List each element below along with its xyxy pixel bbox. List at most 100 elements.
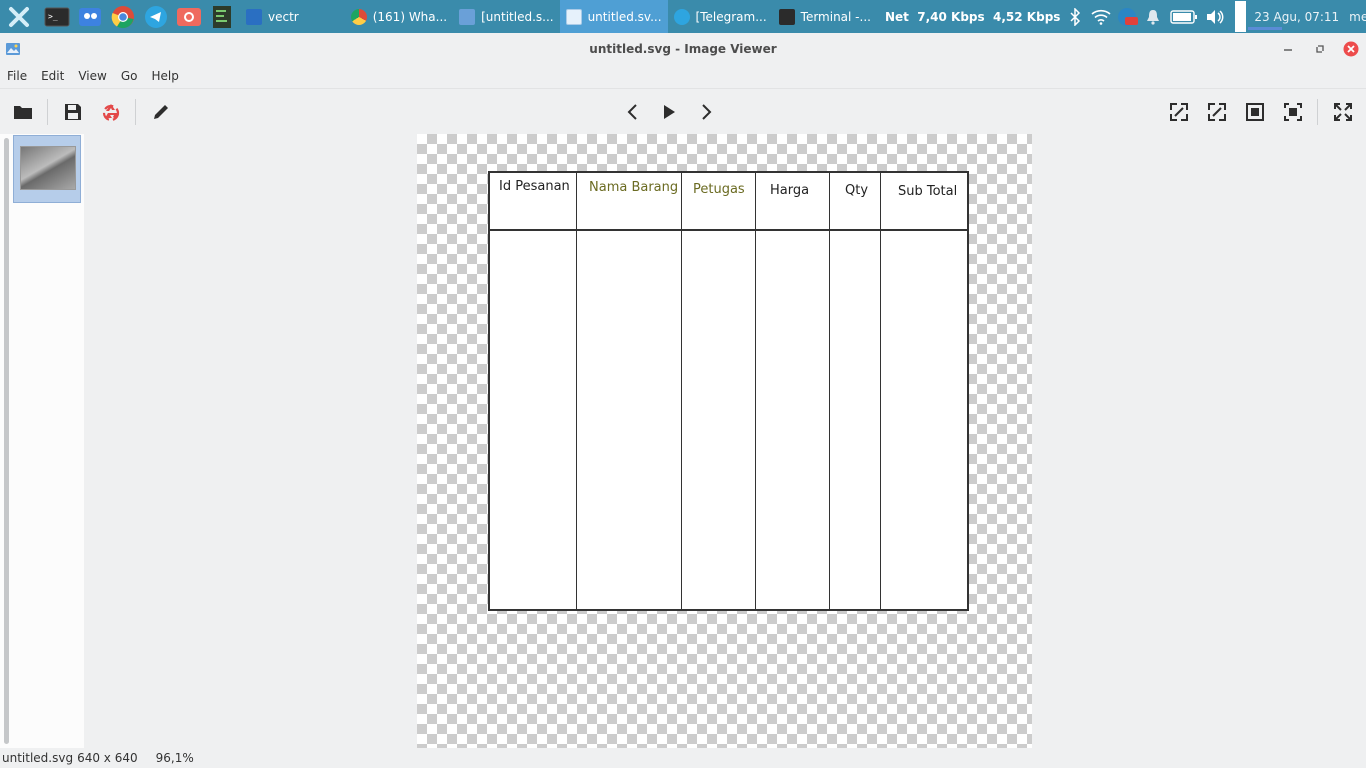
notifications-icon[interactable] xyxy=(1142,6,1164,28)
task-vectr[interactable]: vectr xyxy=(240,0,305,33)
bluetooth-icon[interactable] xyxy=(1064,6,1086,28)
task-whatsapp[interactable]: (161) Wha... xyxy=(345,0,453,33)
image-viewer-app-icon xyxy=(6,43,20,55)
screenshot-launcher-icon[interactable] xyxy=(175,4,203,30)
header-nama-barang: Nama Barang xyxy=(589,180,679,195)
next-button[interactable] xyxy=(694,99,720,125)
table-column xyxy=(756,231,830,611)
zoom-out-button[interactable] xyxy=(1204,99,1230,125)
edit-button[interactable] xyxy=(148,99,174,125)
file-manager-launcher-icon[interactable] xyxy=(76,4,104,30)
table-column xyxy=(682,231,756,611)
chrome-icon xyxy=(350,8,367,25)
zoom-expand-icon xyxy=(1170,103,1188,121)
battery-icon[interactable] xyxy=(1168,6,1200,28)
header-cell-nama-barang: Nama Barang xyxy=(577,173,682,231)
username[interactable]: melati xyxy=(1349,10,1366,24)
telegram-launcher-icon[interactable] xyxy=(142,4,170,30)
toolbar xyxy=(0,88,1366,134)
pencil-icon xyxy=(154,105,168,119)
delete-button[interactable] xyxy=(98,99,124,125)
zoom-original-button[interactable] xyxy=(1280,99,1306,125)
chevron-left-icon xyxy=(627,104,637,120)
thumbnail-item[interactable] xyxy=(13,135,81,203)
thumbnail-image xyxy=(20,146,76,190)
menu-file[interactable]: File xyxy=(0,69,34,83)
header-harga: Harga xyxy=(770,183,810,198)
status-zoom: 96,1% xyxy=(155,751,194,765)
menu-edit[interactable]: Edit xyxy=(34,69,71,83)
close-icon xyxy=(1343,41,1359,57)
header-sub-total: Sub Total xyxy=(898,184,958,199)
thumbnail-panel[interactable] xyxy=(0,134,84,748)
table-column xyxy=(830,231,881,611)
maximize-button[interactable] xyxy=(1312,41,1328,57)
chevron-right-icon xyxy=(702,104,712,120)
net-down: 7,40 Kbps xyxy=(917,9,985,24)
menu-bar: File Edit View Go Help xyxy=(0,64,1366,88)
image-viewer-icon xyxy=(565,8,582,25)
status-filename: untitled.svg xyxy=(2,751,74,765)
fit-window-icon xyxy=(1246,103,1264,121)
task-terminal[interactable]: Terminal -... xyxy=(773,0,877,33)
save-icon xyxy=(65,104,81,120)
header-petugas: Petugas xyxy=(693,182,745,197)
zoom-fit-button[interactable] xyxy=(1242,99,1268,125)
taskbar: >_ vectr (161) Wha... [untitled.s... unt… xyxy=(0,0,1366,33)
menu-view[interactable]: View xyxy=(71,69,113,83)
header-cell-harga: Harga xyxy=(756,173,830,231)
header-cell-qty: Qty xyxy=(830,173,881,231)
task-untitled-active[interactable]: untitled.sv... xyxy=(559,0,668,33)
window-title: untitled.svg - Image Viewer xyxy=(589,41,777,56)
recycle-icon xyxy=(102,104,120,122)
task-telegram[interactable]: [Telegram... xyxy=(668,0,773,33)
previous-button[interactable] xyxy=(619,99,645,125)
volume-icon[interactable] xyxy=(1204,6,1226,28)
update-notifier-icon[interactable] xyxy=(1116,6,1139,28)
app-menu-icon[interactable] xyxy=(5,4,33,30)
window-titlebar[interactable]: untitled.svg - Image Viewer xyxy=(0,33,1366,64)
table-column xyxy=(577,231,682,611)
slideshow-button[interactable] xyxy=(656,99,682,125)
terminal-launcher-icon[interactable]: >_ xyxy=(43,4,71,30)
header-qty: Qty xyxy=(845,183,869,198)
task-untitled-1[interactable]: [untitled.s... xyxy=(453,0,559,33)
terminal-icon xyxy=(778,8,795,25)
zoom-shrink-icon xyxy=(1208,103,1226,121)
wifi-icon[interactable] xyxy=(1090,6,1112,28)
header-id-pesanan: Id Pesanan xyxy=(499,179,570,194)
fullscreen-button[interactable] xyxy=(1330,99,1356,125)
menu-help[interactable]: Help xyxy=(144,69,185,83)
clock[interactable]: 23 Agu, 07:11 xyxy=(1254,10,1339,24)
image-viewer-icon xyxy=(459,8,476,25)
minimize-icon xyxy=(1284,49,1292,51)
zoom-in-button[interactable] xyxy=(1166,99,1192,125)
image-viewport[interactable]: Id Pesanan Nama Barang Petugas Harga Qty… xyxy=(84,134,1366,748)
net-up: 4,52 Kbps xyxy=(993,9,1061,24)
menu-go[interactable]: Go xyxy=(114,69,145,83)
minimize-button[interactable] xyxy=(1280,41,1296,57)
vectr-icon xyxy=(246,8,262,25)
net-label: Net xyxy=(884,9,909,24)
header-cell-sub-total: Sub Total xyxy=(881,173,969,231)
svg-table: Id Pesanan Nama Barang Petugas Harga Qty… xyxy=(488,171,969,611)
original-size-icon xyxy=(1284,103,1302,121)
svg-text:>_: >_ xyxy=(48,12,58,21)
maximize-icon xyxy=(1316,45,1324,53)
fullscreen-icon xyxy=(1334,103,1352,121)
close-button[interactable] xyxy=(1343,41,1359,57)
folder-icon xyxy=(14,106,32,119)
play-icon xyxy=(664,105,675,119)
table-column xyxy=(490,231,577,611)
status-dimensions: 640 x 640 xyxy=(77,751,138,765)
status-bar: untitled.svg 640 x 640 96,1% xyxy=(0,748,1366,768)
telegram-icon xyxy=(673,8,690,25)
open-button[interactable] xyxy=(10,99,36,125)
chrome-launcher-icon[interactable] xyxy=(109,4,137,30)
save-button[interactable] xyxy=(60,99,86,125)
thumbnail-scrollbar[interactable] xyxy=(4,138,9,744)
network-speed: Net 7,40 Kbps 4,52 Kbps xyxy=(885,10,1060,24)
image-canvas: Id Pesanan Nama Barang Petugas Harga Qty… xyxy=(417,134,1032,748)
editor-launcher-icon[interactable] xyxy=(208,4,236,30)
header-cell-petugas: Petugas xyxy=(682,173,756,231)
